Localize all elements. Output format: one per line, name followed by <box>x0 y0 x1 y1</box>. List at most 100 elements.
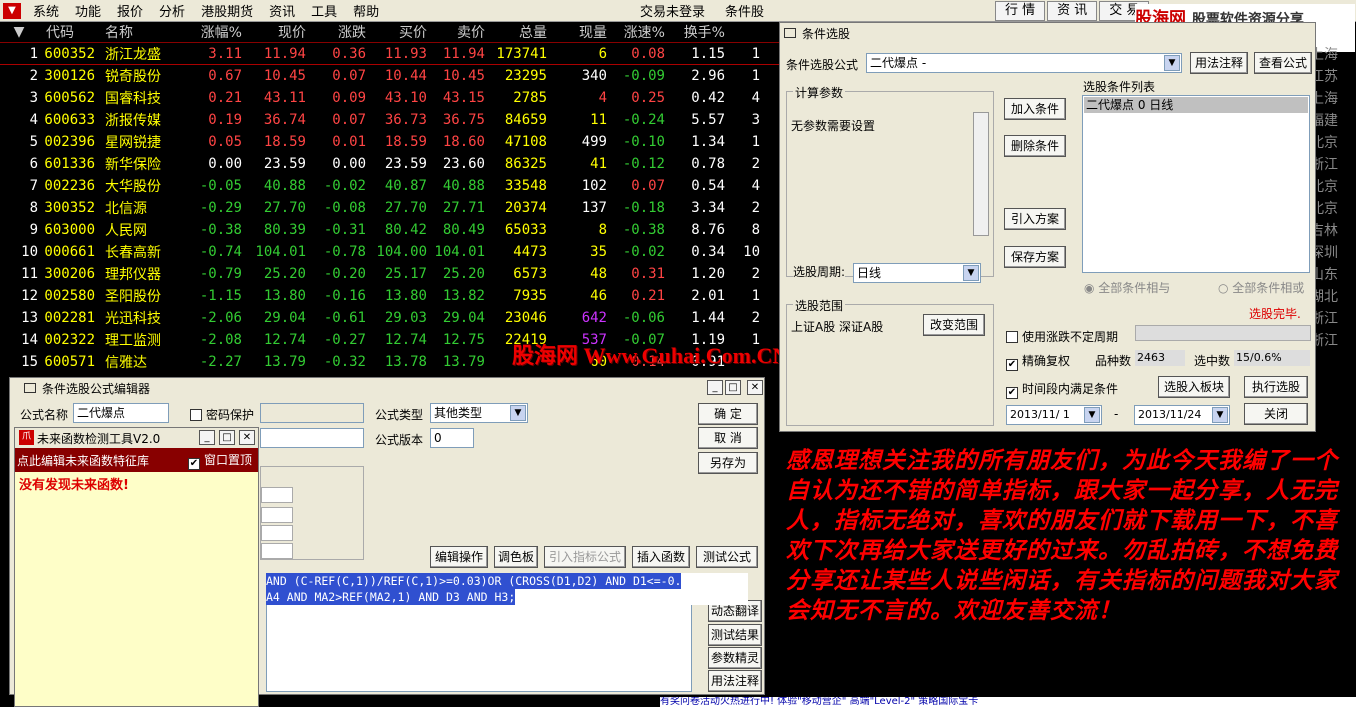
uncertain-period-checkbox[interactable]: 使用涨跌不定周期 <box>1006 328 1118 345</box>
condition-stock-link[interactable]: 条件股 <box>715 1 774 20</box>
palette-button[interactable]: 调色板 <box>494 546 538 568</box>
close-icon[interactable]: ✕ <box>747 380 763 395</box>
output-area[interactable] <box>266 604 692 692</box>
to-block-button[interactable]: 选股入板块 <box>1158 376 1230 398</box>
param-cell[interactable] <box>261 507 293 523</box>
add-condition-button[interactable]: 加入条件 <box>1004 98 1066 120</box>
formula-code-editor[interactable]: AND (C-REF(C,1))/REF(C,1)>=0.03)OR (CROS… <box>266 573 748 605</box>
header-speed[interactable]: 涨速% <box>607 22 665 42</box>
table-row[interactable]: 11 300206 理邦仪器 -0.79 25.20 -0.20 25.17 25.20 657… <box>0 263 780 285</box>
all-or-radio[interactable]: ○ 全部条件相或 <box>1218 279 1304 296</box>
param-cell[interactable] <box>261 487 293 503</box>
table-row[interactable]: 1 600352 浙江龙盛 3.11 11.94 0.36 11.93 11.94 173741… <box>0 43 780 65</box>
minimize-icon[interactable]: _ <box>707 380 723 395</box>
chevron-down-icon[interactable]: ▼ <box>510 405 526 421</box>
chevron-down-icon[interactable]: ▼ <box>1164 55 1180 71</box>
table-row[interactable]: 4 600633 浙报传媒 0.19 36.74 0.07 36.73 36.75 84659 1… <box>0 109 780 131</box>
params-scrollbar[interactable] <box>973 112 989 236</box>
password-checkbox[interactable]: 密码保护 <box>190 406 254 423</box>
date-to-picker[interactable]: 2013/11/24 ▼ <box>1134 405 1230 425</box>
header-change[interactable]: 涨跌 <box>306 22 366 42</box>
table-row[interactable]: 2 300126 锐奇股份 0.67 10.45 0.07 10.44 10.45 23295 3… <box>0 65 780 87</box>
all-and-radio[interactable]: ◉ 全部条件相与 <box>1084 279 1170 296</box>
param-cell[interactable] <box>261 543 293 559</box>
header-price[interactable]: 现价 <box>242 22 306 42</box>
chevron-down-icon[interactable]: ▼ <box>963 265 979 281</box>
table-row[interactable]: 10 000661 长春高新 -0.74 104.01 -0.78 104.00 104.01… <box>0 241 780 263</box>
cancel-button[interactable]: 取 消 <box>698 427 758 449</box>
password-input[interactable] <box>260 403 364 423</box>
header-name[interactable]: 名称 <box>95 22 175 42</box>
table-row[interactable]: 13 002281 光迅科技 -2.06 29.04 -0.61 29.03 29.04 230… <box>0 307 780 329</box>
header-last-vol[interactable]: 现量 <box>547 22 607 42</box>
trade-status[interactable]: 交易未登录 <box>630 1 715 20</box>
precise-checkbox[interactable]: ✔ 精确复权 <box>1006 352 1070 371</box>
header-bid[interactable]: 买价 <box>366 22 427 42</box>
param-cell[interactable] <box>261 525 293 541</box>
table-row[interactable]: 5 002396 星网锐捷 0.05 18.59 0.01 18.59 18.60 47108 4… <box>0 131 780 153</box>
table-row[interactable]: 7 002236 大华股份 -0.05 40.88 -0.02 40.87 40.88 3354… <box>0 175 780 197</box>
insert-function-button[interactable]: 插入函数 <box>632 546 690 568</box>
delete-condition-button[interactable]: 删除条件 <box>1004 135 1066 157</box>
close-button[interactable]: 关闭 <box>1244 403 1308 425</box>
table-row[interactable]: 3 600562 国睿科技 0.21 43.11 0.09 43.10 43.15 2785 4 0… <box>0 87 780 109</box>
param-wizard-button[interactable]: 参数精灵 <box>708 647 762 669</box>
type-select[interactable]: 其他类型 ▼ <box>430 403 528 423</box>
usage-button[interactable]: 用法注释 <box>708 670 762 692</box>
table-row[interactable]: 6 601336 新华保险 0.00 23.59 0.00 23.59 23.60 86325 4… <box>0 153 780 175</box>
chevron-down-icon[interactable]: ▼ <box>1212 407 1228 423</box>
header-ask[interactable]: 卖价 <box>427 22 485 42</box>
chevron-down-icon[interactable]: ▼ <box>1084 407 1100 423</box>
maximize-icon[interactable]: □ <box>725 380 741 395</box>
formula-select[interactable]: 二代爆点 - ▼ <box>866 53 1182 73</box>
version-input[interactable]: 0 <box>430 428 474 448</box>
menu-hk-futures[interactable]: 港股期货 <box>193 1 261 20</box>
change-range-button[interactable]: 改变范围 <box>923 314 985 336</box>
import-indicator-button[interactable]: 引入指标公式 <box>544 546 626 568</box>
ok-button[interactable]: 确 定 <box>698 403 758 425</box>
save-as-button[interactable]: 另存为 <box>698 452 758 474</box>
header-sort-icon[interactable]: ▼ <box>0 24 38 40</box>
uncertain-period-field[interactable] <box>1135 325 1311 341</box>
menu-system[interactable]: 系统 <box>25 1 67 20</box>
header-change-pct[interactable]: 涨幅% <box>175 22 242 42</box>
condition-list-item[interactable]: 二代爆点 0 日线 <box>1084 97 1308 113</box>
checkbox-checked-icon[interactable]: ✔ <box>1006 387 1018 399</box>
news-tab-button[interactable]: 资 讯 <box>1047 1 1098 21</box>
menu-analysis[interactable]: 分析 <box>151 1 193 20</box>
header-code[interactable]: 代码 <box>38 22 95 42</box>
close-icon[interactable]: ✕ <box>239 430 255 445</box>
run-selection-button[interactable]: 执行选股 <box>1244 376 1308 398</box>
menu-help[interactable]: 帮助 <box>345 1 387 20</box>
maximize-icon[interactable]: □ <box>219 430 235 445</box>
view-formula-button[interactable]: 查看公式 <box>1254 52 1312 74</box>
test-result-button[interactable]: 测试结果 <box>708 624 762 646</box>
header-volume[interactable]: 总量 <box>485 22 547 42</box>
description-input[interactable] <box>260 428 364 448</box>
table-row[interactable]: 9 603000 人民网 -0.38 80.39 -0.31 80.42 80.49 65033… <box>0 219 780 241</box>
edit-feature-link[interactable]: 点此编辑未来函数特征库 <box>17 452 149 469</box>
checkbox-checked-icon[interactable]: ✔ <box>187 457 200 470</box>
test-formula-button[interactable]: 测试公式 <box>696 546 758 568</box>
table-row[interactable]: 12 002580 圣阳股份 -1.15 13.80 -0.16 13.80 13.82 793… <box>0 285 780 307</box>
condition-list[interactable]: 二代爆点 0 日线 <box>1082 95 1310 273</box>
period-select[interactable]: 日线 ▼ <box>853 263 981 283</box>
checkbox-icon[interactable] <box>190 409 202 421</box>
news-ticker[interactable]: 有奖问卷活动火热进行中! 体验"移动营企" 高端"Level-2" 策略国际宝卡 <box>660 697 1356 707</box>
table-row[interactable]: 8 300352 北信源 -0.29 27.70 -0.08 27.70 27.71 20374… <box>0 197 780 219</box>
checkbox-icon[interactable] <box>1006 331 1018 343</box>
menu-quote[interactable]: 报价 <box>109 1 151 20</box>
minimize-icon[interactable]: _ <box>199 430 215 445</box>
checkbox-checked-icon[interactable]: ✔ <box>1006 359 1018 371</box>
quote-tab-button[interactable]: 行 情 <box>995 1 1046 21</box>
always-on-top-checkbox[interactable]: ✔ 窗口置顶 <box>187 451 252 470</box>
import-scheme-button[interactable]: 引入方案 <box>1004 208 1066 230</box>
menu-news[interactable]: 资讯 <box>261 1 303 20</box>
edit-ops-button[interactable]: 编辑操作 <box>430 546 488 568</box>
usage-note-button[interactable]: 用法注释 <box>1190 52 1248 74</box>
save-scheme-button[interactable]: 保存方案 <box>1004 246 1066 268</box>
time-condition-checkbox[interactable]: ✔ 时间段内满足条件 <box>1006 380 1118 399</box>
param-table[interactable] <box>260 466 364 560</box>
name-input[interactable]: 二代爆点 <box>73 403 169 423</box>
menu-function[interactable]: 功能 <box>67 1 109 20</box>
